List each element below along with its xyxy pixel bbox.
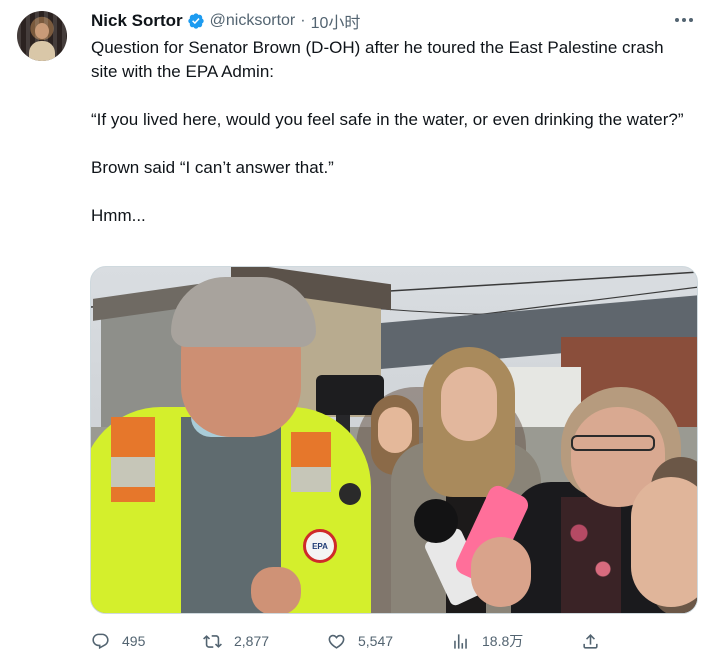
share-button[interactable]	[581, 632, 600, 651]
verified-badge-icon[interactable]	[187, 12, 205, 30]
views-chart-icon	[454, 633, 467, 649]
woman-floral-shirt	[561, 497, 621, 613]
header-separator: ·	[300, 12, 306, 29]
epa-patch-text: EPA	[312, 541, 328, 551]
tweet-timestamp[interactable]: 10小时	[311, 9, 361, 33]
microphone	[414, 499, 458, 543]
heart-icon	[328, 634, 345, 649]
person-background-face	[378, 407, 412, 453]
holding-hand	[471, 537, 531, 607]
avatar-head	[35, 23, 49, 39]
senator-hand	[251, 567, 301, 613]
epa-patch: EPA	[303, 529, 337, 563]
vest-reflective-stripe	[111, 417, 155, 613]
share-icon	[583, 633, 598, 649]
tweet[interactable]: Nick Sortor @nicksortor · 10小时 Question …	[0, 0, 718, 662]
tweet-actions: 495 2,877 5,547 18.8万	[91, 628, 611, 654]
author-avatar[interactable]	[17, 11, 67, 61]
views-button[interactable]: 18.8万	[451, 631, 523, 651]
author-handle[interactable]: @nicksortor	[210, 12, 296, 30]
like-button[interactable]: 5,547	[327, 632, 393, 651]
tweet-text: Question for Senator Brown (D-OH) after …	[91, 36, 691, 228]
senator-hair	[171, 277, 316, 347]
reply-button[interactable]: 495	[91, 632, 145, 651]
retweet-count: 2,877	[234, 633, 270, 649]
more-options-icon[interactable]	[672, 10, 696, 30]
tweet-text-line: Question for Senator Brown (D-OH) after …	[91, 38, 664, 81]
retweet-icon	[203, 634, 222, 648]
microphone-small	[339, 483, 361, 505]
woman-glasses	[571, 435, 655, 451]
tweet-text-line: “If you lived here, would you feel safe …	[91, 110, 684, 129]
tweet-text-line: Brown said “I can’t answer that.”	[91, 158, 334, 177]
retweet-button[interactable]: 2,877	[203, 632, 269, 651]
reply-count: 495	[122, 633, 146, 649]
reporter-face	[441, 367, 497, 441]
views-count: 18.8万	[482, 633, 524, 649]
tweet-header: Nick Sortor @nicksortor · 10小时	[91, 10, 360, 32]
tweet-text-line: Hmm...	[91, 206, 146, 225]
author-name[interactable]: Nick Sortor	[91, 11, 183, 31]
tweet-photo[interactable]: EPA	[90, 266, 698, 614]
reply-icon	[92, 633, 109, 649]
avatar-body	[29, 41, 55, 61]
like-count: 5,547	[358, 633, 394, 649]
woman-right-face	[631, 477, 697, 607]
